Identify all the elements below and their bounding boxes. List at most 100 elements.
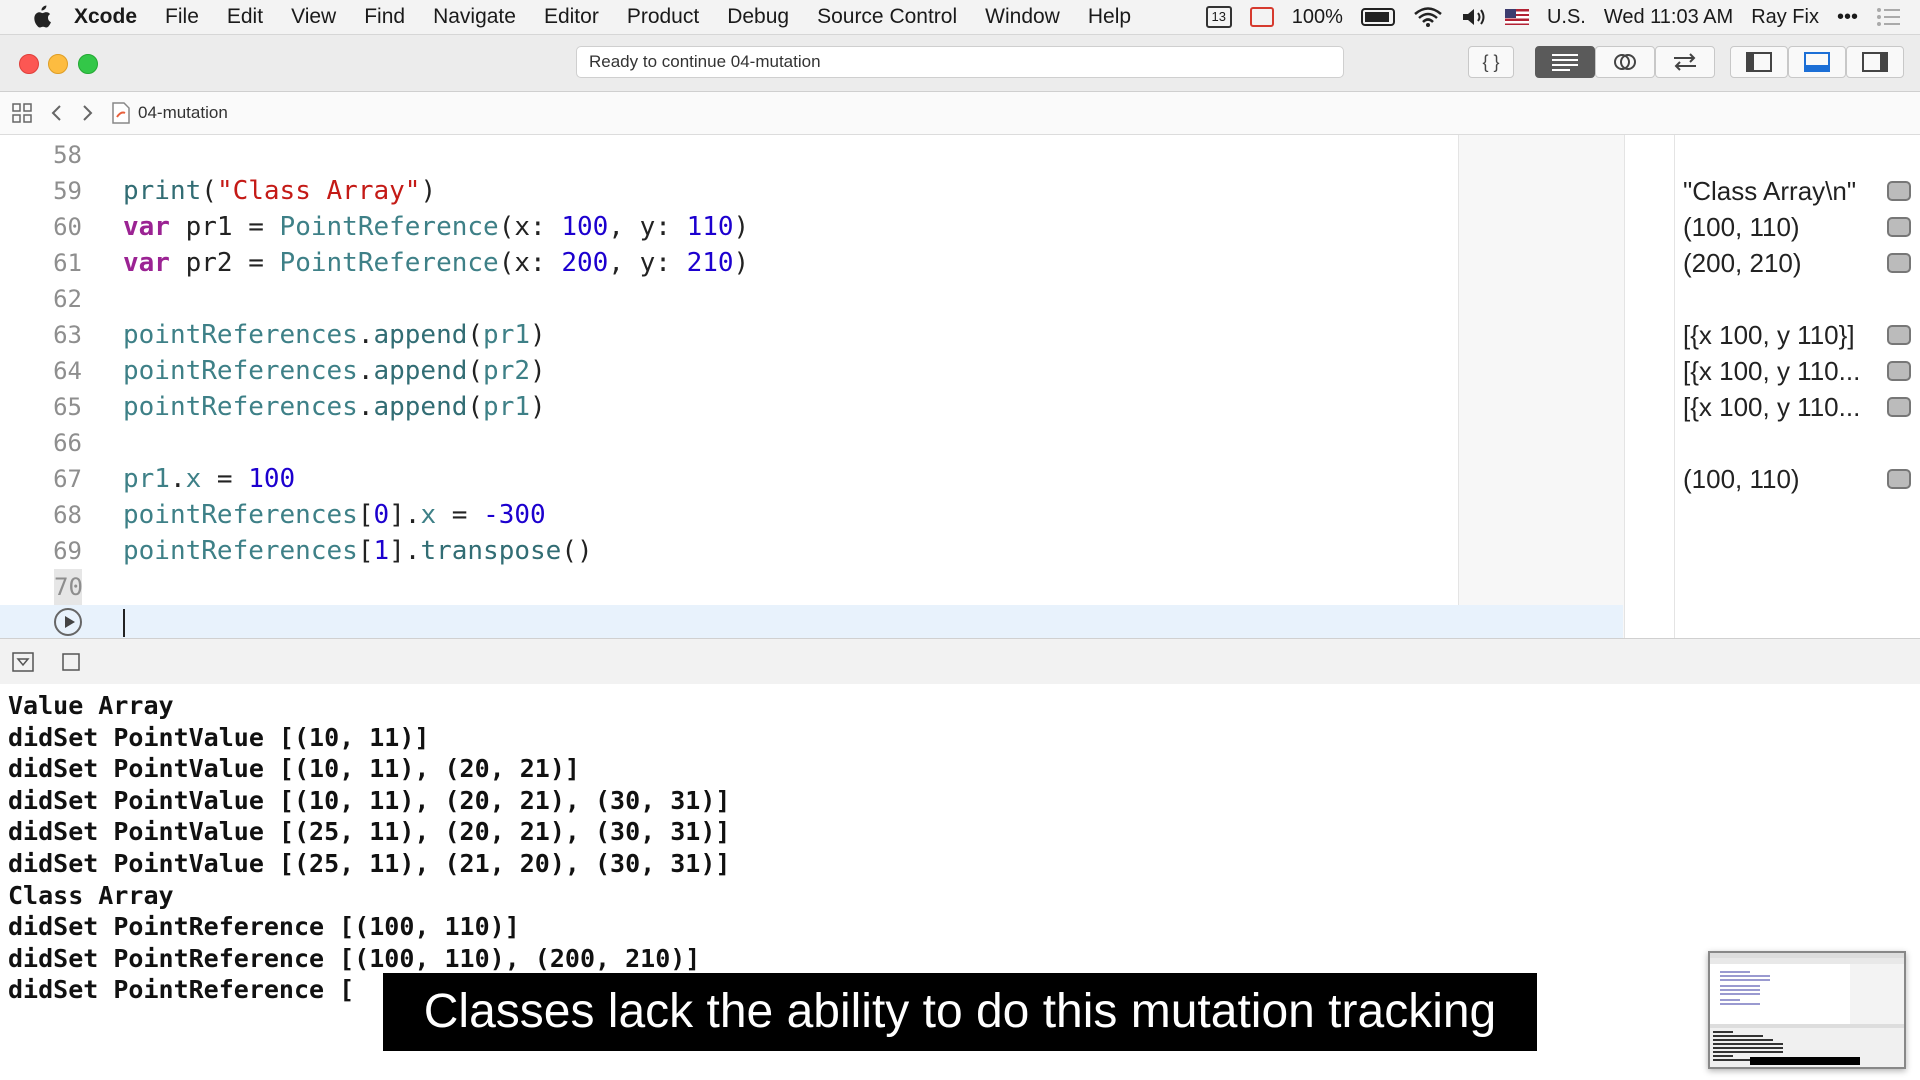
code-token: pointReferences <box>123 320 358 350</box>
code-line[interactable]: pr1.x = 100 <box>123 461 295 497</box>
menu-debug[interactable]: Debug <box>727 5 789 29</box>
code-token: -300 <box>483 500 546 530</box>
apple-menu-icon[interactable] <box>30 5 52 29</box>
quick-look-icon[interactable] <box>1887 325 1911 345</box>
result-value[interactable]: [{x 100, y 110... <box>1683 353 1878 389</box>
wifi-icon[interactable] <box>1413 6 1443 28</box>
debug-bar <box>0 638 1920 685</box>
breadcrumb-file[interactable]: 04-mutation <box>138 103 228 123</box>
quick-look-icon[interactable] <box>1887 181 1911 201</box>
window-preview-thumbnail[interactable] <box>1708 951 1906 1069</box>
close-window-button[interactable] <box>19 54 39 74</box>
code-line[interactable]: pointReferences[1].transpose() <box>123 533 593 569</box>
code-token: () <box>561 536 593 566</box>
more-icon[interactable]: ••• <box>1837 6 1858 29</box>
menu-edit[interactable]: Edit <box>227 5 263 29</box>
code-line[interactable]: var pr2 = PointReference(x: 200, y: 210) <box>123 245 749 281</box>
code-token: append <box>373 392 468 422</box>
code-token: pr1 <box>483 392 531 422</box>
hide-debug-area-icon[interactable] <box>12 652 34 672</box>
menu-source-control[interactable]: Source Control <box>817 5 957 29</box>
code-token: ( <box>467 320 484 350</box>
library-button[interactable]: { } <box>1468 46 1514 78</box>
bottom-panel-icon <box>1804 52 1830 72</box>
user-name[interactable]: Ray Fix <box>1751 6 1819 29</box>
code-token: 210 <box>686 248 734 278</box>
code-line[interactable]: var pr1 = PointReference(x: 100, y: 110) <box>123 209 749 245</box>
version-editor-button[interactable] <box>1655 46 1715 78</box>
menu-app-xcode[interactable]: Xcode <box>74 5 137 29</box>
code-token: ) <box>420 176 437 206</box>
recording-icon[interactable] <box>1249 7 1274 27</box>
menu-find[interactable]: Find <box>364 5 405 29</box>
run-play-icon[interactable] <box>54 608 82 636</box>
code-line[interactable]: pointReferences[0].x = -300 <box>123 497 546 533</box>
toggle-navigator-button[interactable] <box>1730 46 1788 78</box>
result-value[interactable]: [{x 100, y 110}] <box>1683 317 1878 353</box>
console-line: Value Array <box>8 691 174 720</box>
result-value[interactable]: (100, 110) <box>1683 461 1878 497</box>
code-token: pr2 = <box>169 248 280 278</box>
code-token: pr2 <box>483 356 531 386</box>
result-value[interactable]: "Class Array\n" <box>1683 173 1878 209</box>
code-token: 100 <box>561 212 609 242</box>
notification-center-icon[interactable] <box>1876 7 1902 27</box>
curly-braces-icon: { } <box>1482 51 1500 72</box>
menu-file[interactable]: File <box>165 5 199 29</box>
input-source[interactable]: U.S. <box>1547 6 1586 29</box>
toggle-inspector-button[interactable] <box>1846 46 1904 78</box>
line-number: 70 <box>54 569 83 605</box>
console-line: Class Array <box>8 880 174 910</box>
code-token: pr1 <box>123 464 170 494</box>
code-token: PointReference <box>279 212 499 242</box>
code-token: ( <box>201 176 217 206</box>
code-token: , y: <box>608 212 687 242</box>
menu-window[interactable]: Window <box>985 5 1060 29</box>
us-flag-icon[interactable] <box>1504 9 1529 25</box>
code-line[interactable]: pointReferences.append(pr1) <box>123 389 546 425</box>
related-items-grid-icon[interactable] <box>12 103 32 123</box>
code-line[interactable]: pointReferences.append(pr1) <box>123 317 546 353</box>
current-line-highlight[interactable] <box>0 605 1623 638</box>
console-square-icon[interactable] <box>62 653 80 671</box>
quick-look-icon[interactable] <box>1887 253 1911 273</box>
quick-look-icon[interactable] <box>1887 397 1911 417</box>
code-token: 1 <box>373 536 390 566</box>
minimize-window-button[interactable] <box>48 54 68 74</box>
menu-help[interactable]: Help <box>1088 5 1131 29</box>
clock[interactable]: Wed 11:03 AM <box>1604 6 1733 29</box>
toggle-debug-area-button[interactable] <box>1788 46 1846 78</box>
line-number: 61 <box>53 249 82 277</box>
back-chevron-icon[interactable] <box>50 103 64 123</box>
battery-icon[interactable] <box>1360 8 1395 26</box>
code-token: ) <box>733 212 750 242</box>
result-value[interactable]: (100, 110) <box>1683 209 1878 245</box>
code-token: append <box>373 356 468 386</box>
quick-look-icon[interactable] <box>1887 469 1911 489</box>
line-number: 68 <box>53 501 82 529</box>
menu-product[interactable]: Product <box>627 5 699 29</box>
quick-look-icon[interactable] <box>1887 217 1911 237</box>
assistant-editor-button[interactable] <box>1595 46 1655 78</box>
menu-view[interactable]: View <box>291 5 336 29</box>
code-token: ) <box>530 320 546 350</box>
standard-editor-button[interactable] <box>1535 46 1595 78</box>
code-line[interactable]: pointReferences.append(pr2) <box>123 353 546 389</box>
menu-editor[interactable]: Editor <box>544 5 599 29</box>
result-value[interactable]: (200, 210) <box>1683 245 1878 281</box>
result-value[interactable]: [{x 100, y 110... <box>1683 389 1878 425</box>
code-token: [ <box>357 500 374 530</box>
menu-navigate[interactable]: Navigate <box>433 5 516 29</box>
line-number: 59 <box>53 177 82 205</box>
zoom-window-button[interactable] <box>78 54 98 74</box>
calendar-icon[interactable]: 13 <box>1205 6 1232 28</box>
code-token: pointReferences <box>123 500 358 530</box>
volume-icon[interactable] <box>1461 6 1487 28</box>
code-line[interactable]: print("Class Array") <box>123 173 436 209</box>
source-editor[interactable]: 58 59 60 61 62 63 64 65 66 67 68 69 70 print("Class … <box>0 135 1920 638</box>
forward-chevron-icon[interactable] <box>80 103 94 123</box>
quick-look-icon[interactable] <box>1887 361 1911 381</box>
arrows-left-right-icon <box>1674 53 1696 71</box>
line-number: 62 <box>53 285 82 313</box>
code-token: ( <box>467 392 484 422</box>
